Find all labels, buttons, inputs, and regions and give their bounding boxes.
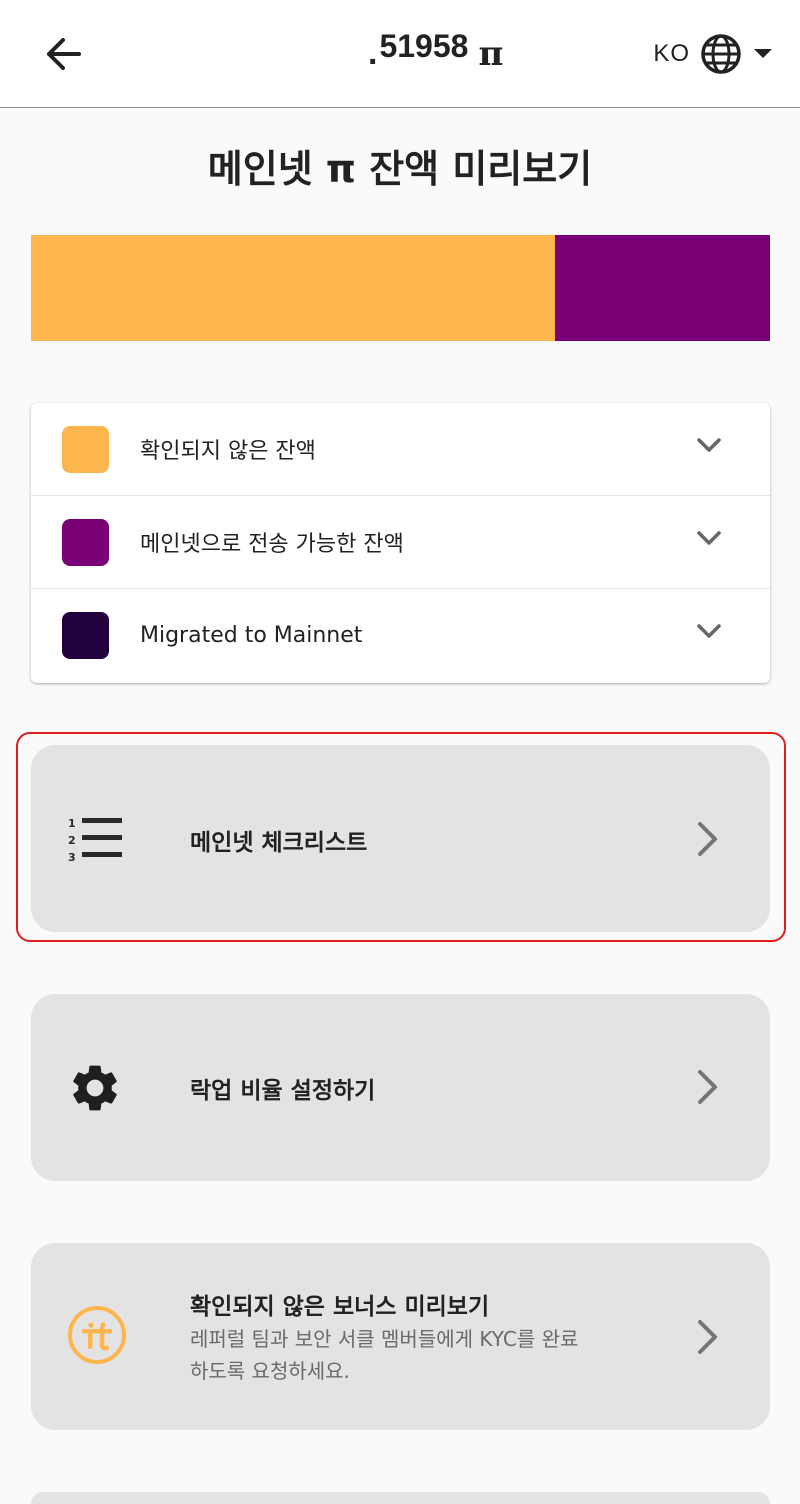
balance-decimal-dot: .	[368, 34, 378, 72]
card-title: 메인넷 체크리스트	[190, 830, 368, 856]
svg-text:1: 1	[68, 817, 76, 830]
chevron-down-icon	[697, 624, 721, 638]
gear-icon	[73, 1065, 117, 1111]
card-subtitle-line1: 레퍼럴 팀과 보안 서클 멤버들에게 KYC를 완료	[190, 1327, 579, 1351]
card-title: 확인되지 않은 보너스 미리보기	[190, 1294, 490, 1320]
card-subtitle-line2: 하도록 요청하세요.	[190, 1359, 350, 1383]
globe-icon	[701, 34, 741, 74]
legend-item-unverified[interactable]: 확인되지 않은 잔액	[31, 403, 770, 496]
legend-label: 메인넷으로 전송 가능한 잔액	[140, 532, 404, 557]
legend-swatch	[62, 518, 109, 566]
caret-down-icon	[754, 49, 772, 58]
chevron-right-icon	[698, 1070, 717, 1104]
page-title: 메인넷 π 잔액 미리보기	[207, 147, 593, 191]
legend-swatch	[62, 612, 109, 659]
pi-symbol: π	[478, 34, 504, 74]
svg-text:2: 2	[68, 834, 76, 847]
balance-legend: 확인되지 않은 잔액 메인넷으로 전송 가능한 잔액 Migrated to M…	[31, 403, 770, 683]
top-app-bar: . 51958 π KO	[0, 0, 800, 108]
bar-segment-transferable	[554, 235, 770, 341]
card-title: 락업 비율 설정하기	[190, 1078, 376, 1104]
legend-label: Migrated to Mainnet	[140, 623, 363, 648]
balance-value: 51958	[379, 28, 469, 64]
bar-segment-unverified	[31, 235, 555, 341]
lockup-ratio-button[interactable]: 락업 비율 설정하기	[31, 994, 770, 1181]
legend-item-migrated[interactable]: Migrated to Mainnet	[31, 589, 770, 682]
chevron-right-icon	[698, 1320, 717, 1354]
unverified-bonus-preview-button[interactable]: 확인되지 않은 보너스 미리보기 레퍼럴 팀과 보안 서클 멤버들에게 KYC를…	[31, 1243, 770, 1430]
svg-text:3: 3	[68, 851, 76, 863]
legend-item-transferable[interactable]: 메인넷으로 전송 가능한 잔액	[31, 496, 770, 589]
mainnet-checklist-button[interactable]: 1 2 3 메인넷 체크리스트	[31, 745, 770, 932]
language-code: KO	[653, 40, 690, 67]
next-card-partial[interactable]	[31, 1492, 770, 1504]
chevron-down-icon	[697, 438, 721, 452]
legend-label: 확인되지 않은 잔액	[140, 439, 316, 464]
arrow-left-icon	[47, 38, 81, 70]
pi-coin-icon	[68, 1306, 126, 1364]
chevron-right-icon	[698, 822, 717, 856]
numbered-list-icon: 1 2 3	[68, 817, 122, 863]
balance-distribution-bar	[31, 235, 770, 341]
pi-balance: . 51958 π	[368, 24, 503, 80]
language-selector[interactable]: KO	[653, 30, 774, 78]
back-button[interactable]	[38, 30, 88, 78]
chevron-down-icon	[697, 531, 721, 545]
legend-swatch	[62, 425, 109, 473]
